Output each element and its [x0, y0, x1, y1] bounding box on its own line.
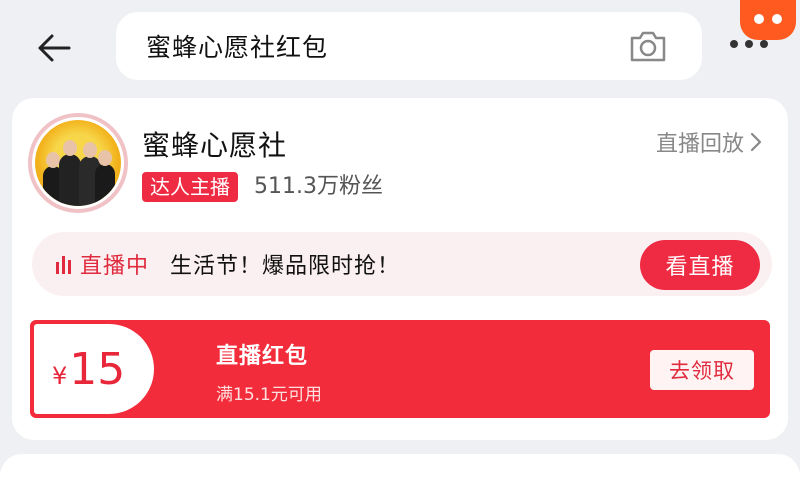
coupon-amount: ¥ 15	[52, 344, 125, 395]
chevron-right-icon	[750, 132, 762, 152]
replay-link[interactable]: 直播回放	[656, 126, 762, 158]
live-promo-text: 生活节！爆品限时抢！	[170, 254, 401, 279]
coupon-value: 15	[69, 344, 126, 395]
creator-badge: 达人主播	[142, 172, 238, 202]
avatar-image	[35, 120, 121, 206]
arrow-left-icon	[38, 34, 71, 62]
shop-card: 蜜蜂心愿社 达人主播 511.3万粉丝 直播回放 直播中 生活节！爆品限时抢！ …	[12, 98, 788, 440]
claim-button[interactable]: 去领取	[650, 350, 754, 390]
top-bar: 蜜蜂心愿社红包	[0, 0, 800, 98]
back-button[interactable]	[30, 24, 78, 72]
currency-symbol: ¥	[52, 362, 68, 390]
coupon-title: 直播红包	[216, 344, 309, 369]
mascot-icon	[740, 0, 796, 40]
more-button[interactable]	[724, 0, 800, 64]
search-input[interactable]: 蜜蜂心愿社红包	[146, 28, 328, 64]
camera-icon[interactable]	[628, 28, 668, 64]
search-bar[interactable]: 蜜蜂心愿社红包	[116, 12, 702, 80]
replay-label: 直播回放	[655, 132, 744, 157]
more-dots-icon	[730, 40, 768, 48]
avatar[interactable]	[28, 113, 128, 213]
live-strip[interactable]: 直播中 生活节！爆品限时抢！ 看直播	[32, 232, 772, 296]
shop-name[interactable]: 蜜蜂心愿社	[142, 124, 287, 164]
fan-count: 511.3万粉丝	[254, 174, 383, 199]
watch-live-button[interactable]: 看直播	[640, 240, 760, 290]
coupon-amount-panel: ¥ 15	[34, 324, 154, 414]
live-status: 直播中	[80, 254, 150, 279]
filter-tabs	[0, 454, 800, 494]
live-coupon: ¥ 15 直播红包 满15.1元可用 去领取	[30, 320, 770, 418]
live-bars-icon	[56, 256, 71, 274]
coupon-condition: 满15.1元可用	[216, 385, 322, 405]
